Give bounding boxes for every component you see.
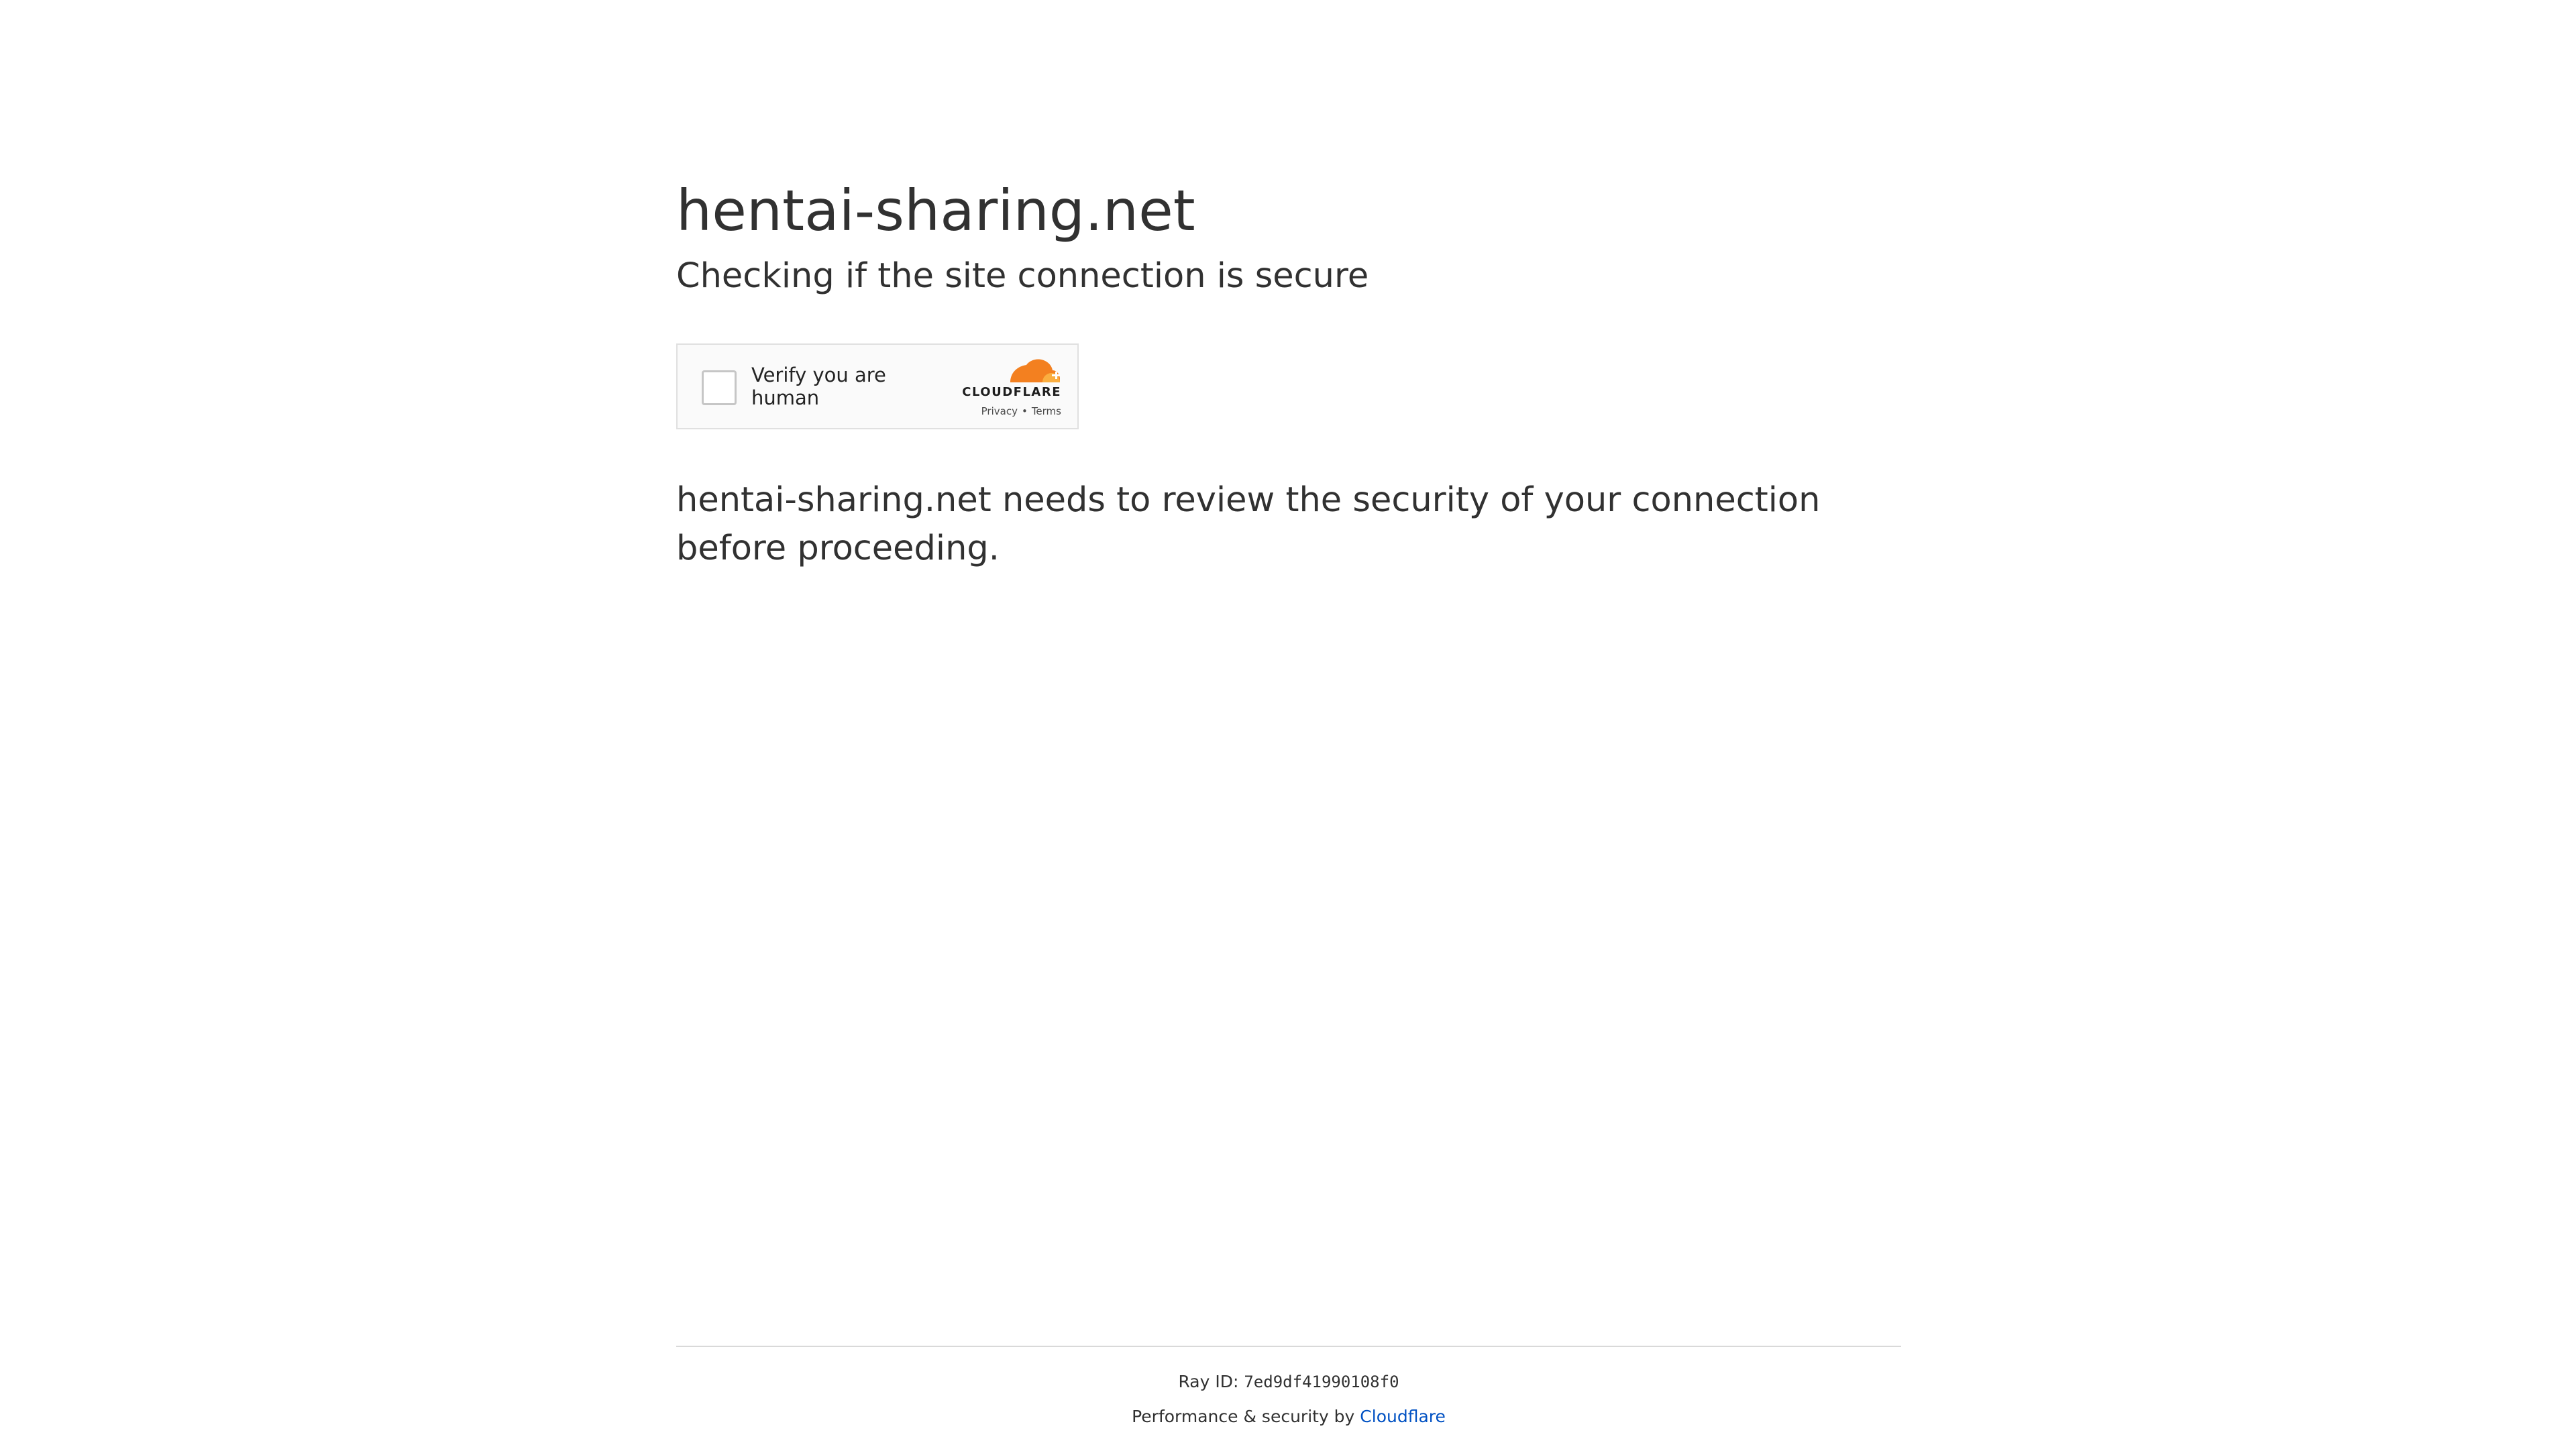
widget-links: Privacy • Terms [954,405,1061,417]
verify-label: Verify you are human [751,364,886,409]
ray-id-line: Ray ID: 7ed9df41990108f0 [676,1370,1901,1394]
performance-line: Performance & security by Cloudflare [676,1405,1901,1429]
privacy-link[interactable]: Privacy [981,405,1018,417]
performance-text: Performance & security by [1132,1407,1360,1426]
footer: Ray ID: 7ed9df41990108f0 Performance & s… [676,1346,1901,1429]
cloudflare-wordmark: CLOUDFLARE [962,385,1061,399]
turnstile-widget: Verify you are human CLOUDFLARE Privacy •… [676,343,1079,429]
verify-checkbox[interactable] [702,370,737,405]
page-title: hentai-sharing.net [676,178,1195,244]
ray-id-label: Ray ID: [1178,1372,1244,1391]
ray-id-value: 7ed9df41990108f0 [1244,1373,1399,1391]
cloudflare-link[interactable]: Cloudflare [1360,1407,1446,1426]
link-separator: • [1021,405,1028,417]
page-subtitle: Checking if the site connection is secur… [676,256,1369,296]
security-description: hentai-sharing.net needs to review the s… [676,480,1821,568]
cloudflare-logo: CLOUDFLARE [954,358,1061,399]
terms-link[interactable]: Terms [1032,405,1061,417]
cloudflare-cloud-icon [1010,359,1060,382]
